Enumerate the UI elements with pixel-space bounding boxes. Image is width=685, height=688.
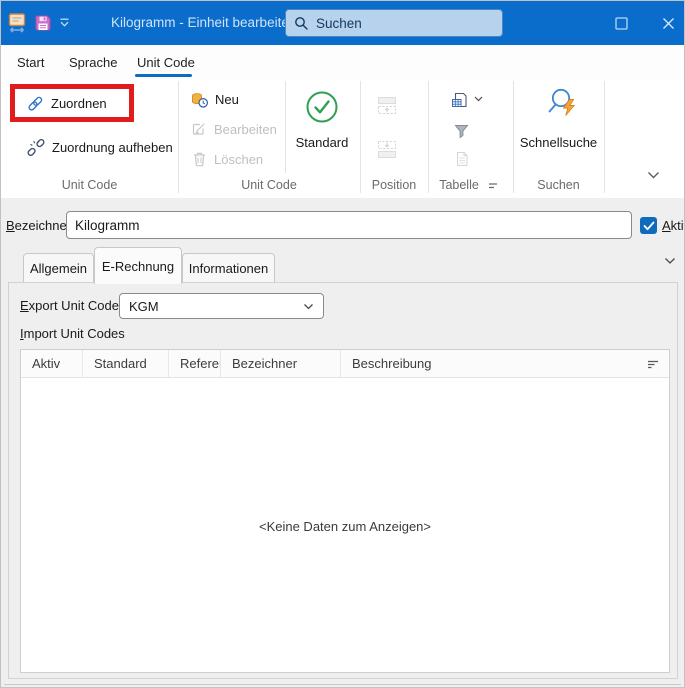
group-separator [604, 81, 605, 193]
check-icon [643, 221, 655, 231]
neu-button[interactable]: Neu [191, 88, 239, 110]
ribbon-tab-start[interactable]: Start [17, 55, 44, 70]
column-header-aktiv[interactable]: Aktiv [21, 350, 83, 377]
group-label-tabelle: Tabelle [428, 178, 490, 193]
group-label-suchen: Suchen [513, 178, 604, 193]
new-record-icon [191, 91, 208, 108]
close-button[interactable] [646, 1, 685, 45]
aktiv-checkbox[interactable] [640, 217, 657, 234]
move-up-icon [375, 96, 399, 115]
tab-informationen[interactable]: Informationen [182, 253, 275, 283]
broken-link-icon [27, 139, 45, 156]
edit-unit-dialog: Kilogramm - Einheit bearbeiten Start Spr… [0, 0, 685, 688]
window-bottom-border [4, 684, 681, 685]
import-unit-codes-grid: Aktiv Standard Referenz Bezeichner Besch… [20, 349, 670, 673]
ribbon-tab-sprache[interactable]: Sprache [69, 55, 117, 70]
aktiv-label: Aktiv [662, 218, 685, 233]
ribbon-collapse-chevron-icon[interactable] [647, 171, 660, 179]
tab-e-rechnung[interactable]: E-Rechnung [94, 247, 182, 284]
edit-pencil-icon [191, 121, 207, 137]
bearbeiten-button: Bearbeiten [191, 118, 277, 140]
export-unit-code-value: KGM [129, 299, 159, 314]
table-dropdown-chevron-icon[interactable] [474, 96, 483, 102]
zuordnung-aufheben-button[interactable]: Zuordnung aufheben [27, 136, 173, 158]
ribbon-search-box[interactable] [285, 9, 503, 37]
e-rechnung-panel: Export Unit Code KGM Import Unit Codes A… [8, 282, 678, 679]
search-icon [294, 16, 309, 31]
move-down-button [375, 138, 399, 160]
column-header-bezeichner[interactable]: Bezeichner [221, 350, 341, 377]
bezeichner-label: Bezeichner [6, 218, 71, 233]
window-title: Kilogramm - Einheit bearbeiten [111, 15, 296, 30]
table-icon [451, 92, 468, 108]
filter-button[interactable] [454, 120, 469, 142]
standard-check-icon[interactable] [305, 90, 339, 124]
table-view-button[interactable] [451, 89, 468, 111]
layout-button [455, 148, 469, 170]
group-label-unit-code-2: Unit Code [178, 178, 360, 193]
column-header-beschreibung[interactable]: Beschreibung [341, 350, 669, 377]
group-separator [285, 81, 286, 173]
maximize-button[interactable] [599, 1, 643, 45]
save-icon[interactable] [34, 14, 52, 32]
move-up-button [375, 94, 399, 116]
filter-icon [454, 124, 469, 139]
loeschen-button: Löschen [192, 148, 263, 170]
group-label-unit-code-1: Unit Code [1, 178, 178, 193]
import-unit-codes-label: Import Unit Codes [20, 326, 125, 341]
group-label-position: Position [360, 178, 428, 193]
app-icon [7, 11, 28, 34]
active-tab-underline [135, 74, 192, 77]
move-down-icon [375, 140, 399, 159]
quick-search-icon[interactable] [547, 87, 581, 124]
trash-icon [192, 151, 207, 167]
document-icon [455, 151, 469, 167]
tab-overflow-chevron-icon[interactable] [664, 257, 676, 265]
group-separator [178, 81, 179, 193]
title-bar: Kilogramm - Einheit bearbeiten [1, 1, 684, 45]
bezeichner-input[interactable] [66, 211, 632, 239]
column-chooser-icon[interactable] [647, 360, 659, 369]
combo-chevron-icon [303, 303, 314, 310]
quick-access-chevron-icon[interactable] [59, 18, 70, 28]
group-dialog-launcher-icon[interactable] [488, 182, 498, 190]
grid-empty-text: <Keine Daten zum Anzeigen> [21, 519, 669, 534]
ribbon-body: Zuordnen Zuordnung aufheben Unit Code [1, 79, 684, 198]
standard-button[interactable]: Standard [277, 135, 367, 150]
ribbon: Start Sprache Unit Code [1, 45, 684, 198]
schnellsuche-button[interactable]: Schnellsuche [513, 135, 604, 150]
ribbon-tab-unit-code[interactable]: Unit Code [137, 55, 195, 70]
search-input[interactable] [314, 15, 478, 32]
grid-header-row: Aktiv Standard Referenz Bezeichner Besch… [21, 350, 669, 378]
export-unit-code-label: Export Unit Code [20, 298, 119, 313]
zuordnen-button[interactable]: Zuordnen [27, 92, 107, 114]
export-unit-code-select[interactable]: KGM [119, 293, 324, 319]
column-header-standard[interactable]: Standard [83, 350, 169, 377]
link-icon [27, 95, 44, 112]
tab-allgemein[interactable]: Allgemein [23, 253, 94, 283]
column-header-referenz[interactable]: Referenz [169, 350, 221, 377]
group-separator [428, 81, 429, 193]
